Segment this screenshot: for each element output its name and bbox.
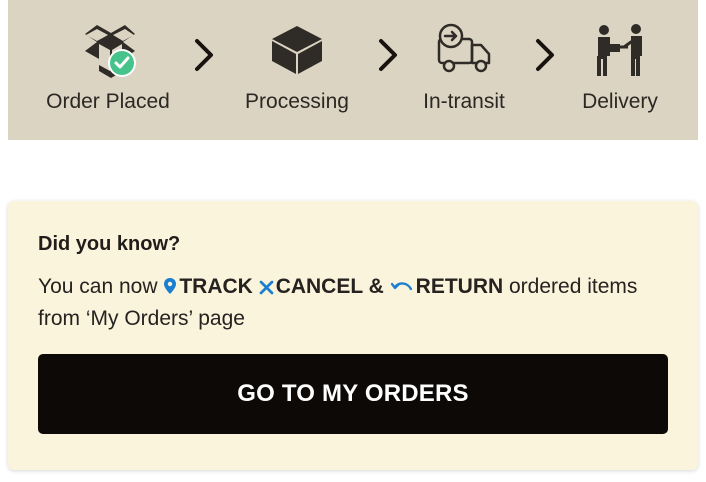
- step-label-in-transit: In-transit: [423, 90, 505, 113]
- location-pin-icon: [164, 278, 177, 294]
- info-prefix: You can now: [38, 275, 158, 298]
- info-message: You can now TRACK CANCEL & RETURN ordere…: [38, 271, 670, 335]
- step-order-placed: Order Placed: [44, 20, 172, 116]
- track-label: TRACK: [179, 275, 253, 298]
- chevron-right-icon: [536, 39, 554, 71]
- step-label-order-placed: Order Placed: [46, 90, 170, 113]
- track-action: TRACK: [163, 275, 258, 298]
- order-progress-tracker: Order Placed Processing In-transit Deliv…: [8, 0, 698, 140]
- chevron-right-icon: [195, 39, 213, 71]
- delivery-truck-icon: [414, 20, 514, 80]
- step-processing: Processing: [242, 20, 352, 116]
- cancel-label: CANCEL &: [275, 275, 384, 298]
- cancel-x-icon: [259, 280, 274, 295]
- cancel-action: CANCEL &: [259, 275, 390, 298]
- return-label: RETURN: [415, 275, 504, 298]
- open-box-check-icon: [44, 20, 172, 80]
- info-title: Did you know?: [38, 233, 181, 255]
- step-label-delivery: Delivery: [582, 90, 658, 113]
- chevron-right-icon: [379, 39, 397, 71]
- step-in-transit: In-transit: [414, 20, 514, 116]
- delivery-person-icon: [574, 20, 666, 80]
- return-arrow-icon: [390, 282, 412, 291]
- go-to-my-orders-button[interactable]: GO TO MY ORDERS: [38, 354, 668, 434]
- step-delivery: Delivery: [574, 20, 666, 116]
- did-you-know-card: Did you know? You can now TRACK CANCEL &…: [8, 201, 698, 470]
- step-label-processing: Processing: [245, 90, 349, 113]
- return-action: RETURN: [390, 275, 509, 298]
- closed-box-icon: [242, 20, 352, 80]
